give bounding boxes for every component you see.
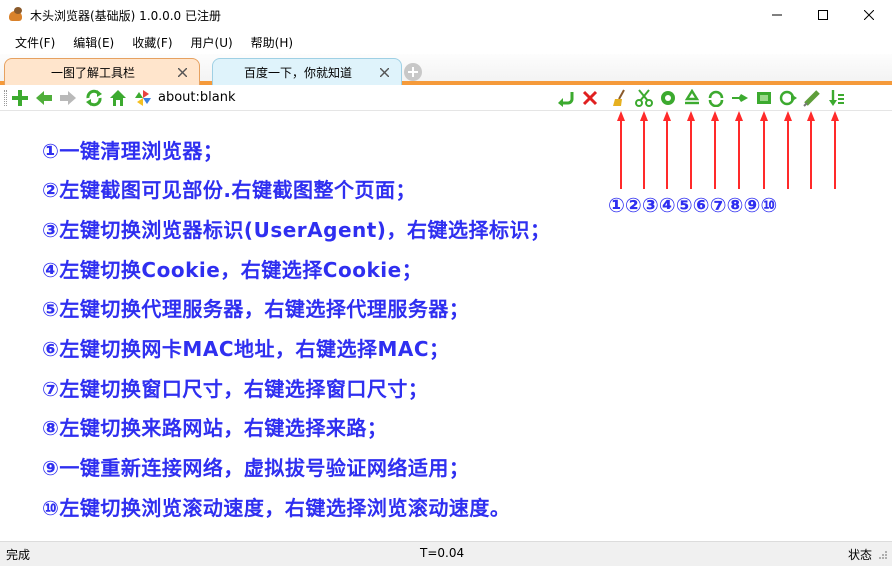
feature-line-6: ⑥左键切换网卡MAC地址，右键选择MAC； — [42, 337, 450, 361]
tab-close-icon[interactable] — [173, 63, 191, 81]
title-bar: 木头浏览器(基础版) 1.0.0.0 已注册 — [0, 0, 892, 30]
minimize-button[interactable] — [754, 0, 800, 30]
page-content: ①一键清理浏览器； ②左键截图可见部份.右键截图整个页面； ③左键切换浏览器标识… — [0, 111, 892, 541]
resize-grip-icon[interactable] — [878, 550, 888, 562]
feature-line-9: ⑨一键重新连接网络，虚拟拔号验证网络适用； — [42, 456, 470, 480]
toolbar: about:blank — [0, 85, 892, 111]
scissors-icon[interactable] — [634, 88, 654, 108]
feature-line-4: ④左键切换Cookie，右键选择Cookie； — [42, 258, 423, 282]
status-bar: 完成 T=0.04 状态 — [0, 541, 892, 566]
tab-baidu[interactable]: 百度一下，你就知道 — [212, 58, 402, 85]
home-icon[interactable] — [108, 88, 128, 108]
maximize-icon — [818, 10, 828, 20]
close-button[interactable] — [846, 0, 892, 30]
pointer-arrowhead-10 — [831, 111, 839, 121]
window-size-icon[interactable] — [754, 88, 774, 108]
menu-bar: 文件(F) 编辑(E) 收藏(F) 用户(U) 帮助(H) — [0, 30, 892, 54]
pinwheel-icon[interactable] — [133, 88, 153, 108]
mac-icon[interactable] — [730, 88, 750, 108]
minimize-icon — [772, 14, 782, 16]
refresh-icon[interactable] — [84, 88, 104, 108]
plus-icon — [408, 67, 418, 77]
menu-edit[interactable]: 编辑(E) — [64, 31, 123, 54]
close-icon — [864, 10, 874, 20]
menu-help[interactable]: 帮助(H) — [242, 31, 302, 54]
pointer-arrowhead-4 — [687, 111, 695, 121]
broom-icon[interactable] — [610, 88, 630, 108]
tab-toolbar-guide[interactable]: 一图了解工具栏 — [4, 58, 200, 85]
back-icon[interactable] — [34, 88, 54, 108]
tool-numbers: ①②③④⑤⑥⑦⑧⑨⑩ — [608, 193, 778, 217]
stop-icon[interactable] — [580, 88, 600, 108]
cookie-icon[interactable] — [682, 88, 702, 108]
referer-icon[interactable] — [778, 88, 798, 108]
menu-favorites[interactable]: 收藏(F) — [123, 31, 181, 54]
tab-label: 百度一下，你就知道 — [243, 65, 352, 80]
app-logo-icon — [8, 7, 24, 23]
go-icon[interactable] — [556, 88, 576, 108]
maximize-button[interactable] — [800, 0, 846, 30]
pointer-arrowhead-6 — [735, 111, 743, 121]
pointer-arrowhead-9 — [807, 111, 815, 121]
feature-line-3: ③左键切换浏览器标识(UserAgent)，右键选择标识； — [42, 218, 551, 242]
address-bar[interactable]: about:blank — [158, 90, 236, 105]
feature-line-1: ①一键清理浏览器； — [42, 139, 224, 163]
status-label: 状态 — [848, 548, 873, 562]
feature-line-7: ⑦左键切换窗口尺寸，右键选择窗口尺寸； — [42, 377, 429, 401]
tab-bar: 一图了解工具栏 百度一下，你就知道 — [0, 54, 892, 85]
feature-line-2: ②左键截图可见部份.右键截图整个页面； — [42, 178, 417, 202]
useragent-icon[interactable] — [658, 88, 678, 108]
proxy-icon[interactable] — [706, 88, 726, 108]
timing-readout: T=0.04 — [420, 546, 465, 560]
pointer-arrowhead-5 — [711, 111, 719, 121]
tab-close-icon[interactable] — [375, 63, 393, 81]
feature-line-10: ⑩左键切换浏览滚动速度，右键选择浏览滚动速度。 — [42, 496, 511, 520]
feature-line-8: ⑧左键切换来路网站，右键选择来路； — [42, 416, 388, 440]
pointer-arrowhead-3 — [663, 111, 671, 121]
tab-label: 一图了解工具栏 — [50, 65, 135, 80]
pointer-arrowhead-8 — [784, 111, 792, 121]
pointer-arrowhead-7 — [760, 111, 768, 121]
toolbar-grip[interactable] — [4, 90, 7, 106]
new-tab-button[interactable] — [404, 63, 422, 81]
scroll-speed-icon[interactable] — [826, 88, 846, 108]
window-title: 木头浏览器(基础版) 1.0.0.0 已注册 — [30, 8, 221, 23]
status-text: 完成 — [6, 548, 31, 562]
forward-icon[interactable] — [58, 88, 78, 108]
pointer-arrowhead-1 — [617, 111, 625, 121]
menu-user[interactable]: 用户(U) — [182, 31, 242, 54]
reconnect-icon[interactable] — [802, 88, 822, 108]
add-icon[interactable] — [10, 88, 30, 108]
pointer-arrowhead-2 — [640, 111, 648, 121]
feature-line-5: ⑤左键切换代理服务器，右键选择代理服务器； — [42, 297, 470, 321]
menu-file[interactable]: 文件(F) — [6, 31, 64, 54]
